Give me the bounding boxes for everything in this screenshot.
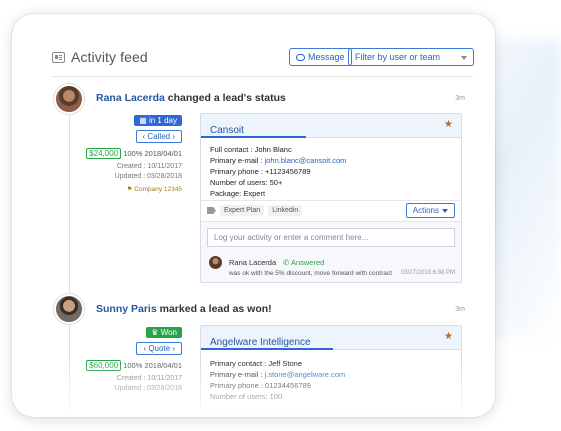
- status-pill-quote[interactable]: ‹ Quote ›: [136, 342, 182, 355]
- comment-area: Log your activity or enter a comment her…: [201, 221, 461, 282]
- actions-dropdown[interactable]: Actions: [405, 203, 455, 218]
- chat-bubble-icon: [296, 53, 305, 61]
- chevron-down-icon: [461, 56, 467, 60]
- event-action-text: changed a lead's status: [167, 92, 286, 104]
- lead-email-label: Primary e-mail :: [210, 156, 265, 165]
- event-user-link[interactable]: Sunny Paris: [96, 303, 157, 315]
- amount-value: $60,000: [86, 360, 122, 371]
- activity-feed-icon: [52, 51, 65, 63]
- event-action-text: marked a lead as won!: [159, 303, 272, 315]
- amount-row: $24,000 100% 2018/04/01: [86, 148, 182, 159]
- user-team-filter[interactable]: Filter by user or team: [348, 48, 474, 66]
- tag-expert-plan[interactable]: Expert Plan: [220, 205, 265, 216]
- comment-author[interactable]: Rana Lacerda: [229, 258, 276, 267]
- star-icon[interactable]: ★: [444, 331, 453, 342]
- feed-title-text: Activity feed: [71, 49, 148, 65]
- comment-status-label: Answered: [290, 258, 325, 267]
- lead-summary: ▦ in 1 day ‹ Called › $24,000 100% 2018/…: [86, 115, 182, 193]
- event-time: 3m: [455, 95, 465, 102]
- comment-text: was ok with the 5% discount, move forwar…: [229, 270, 392, 277]
- message-button-label: Message: [308, 52, 345, 62]
- company-label: Company 12345: [134, 186, 182, 193]
- lead-card: Angelware Intelligence ★ Primary contact…: [200, 325, 462, 415]
- lead-card: Cansoit ★ Full contact : John Blanc Prim…: [200, 113, 462, 283]
- lead-email-row: Primary e-mail : j.stone@angelware.com: [210, 369, 452, 380]
- created-date: Created : 10/11/2017: [116, 163, 182, 170]
- lead-summary: ♛ Won ‹ Quote › $60,000 100% 2018/04/01 …: [86, 327, 182, 392]
- lead-full-contact: Full contact : John Blanc: [210, 145, 292, 154]
- comment-status: ✆ Answered: [283, 258, 324, 267]
- won-badge: ♛ Won: [146, 327, 182, 338]
- lead-phone: Primary phone : 01234456789: [210, 381, 311, 390]
- lead-email-link[interactable]: j.stone@angelware.com: [265, 370, 346, 379]
- lead-card-header: Angelware Intelligence ★: [201, 326, 461, 350]
- lead-tab-underline: [201, 348, 333, 350]
- company-link[interactable]: ⚑ Company 12345: [86, 185, 182, 193]
- amount-probability: 100% 2018/04/01: [123, 361, 182, 370]
- created-date: Created : 10/11/2017: [116, 375, 182, 382]
- filter-placeholder: Filter by user or team: [355, 52, 441, 62]
- amount-row: $60,000 100% 2018/04/01: [86, 360, 182, 371]
- lead-name-link[interactable]: Cansoit: [210, 125, 244, 136]
- amount-probability: 100% 2018/04/01: [123, 149, 182, 158]
- event-headline: Sunny Paris marked a lead as won!: [96, 303, 272, 315]
- feed-title: Activity feed: [52, 49, 148, 65]
- lead-email-row: Primary e-mail : john.blanc@cansoit.com: [210, 155, 452, 166]
- lead-email-label: Primary e-mail :: [210, 370, 265, 379]
- tag-icon: [207, 207, 216, 214]
- lead-tab-underline: [201, 136, 306, 138]
- event-user-link[interactable]: Rana Lacerda: [96, 92, 165, 104]
- event-headline: Rana Lacerda changed a lead's status: [96, 92, 286, 104]
- won-badge-label: Won: [160, 328, 177, 337]
- star-icon[interactable]: ★: [444, 119, 453, 130]
- phone-icon: ✆: [283, 258, 290, 267]
- lead-full-contact: Primary contact : Jeff Stone: [210, 359, 302, 368]
- avatar-rana-lacerda[interactable]: [54, 84, 84, 114]
- avatar-sunny-paris[interactable]: [54, 294, 84, 324]
- due-badge-label: in 1 day: [148, 116, 177, 125]
- status-pill-called[interactable]: ‹ Called ›: [135, 130, 182, 143]
- comment-avatar[interactable]: [209, 256, 222, 269]
- header-divider: [52, 76, 473, 77]
- updated-date: Updated : 03/28/2018: [114, 173, 182, 180]
- lead-phone: Primary phone : +1123456789: [210, 167, 311, 176]
- event-time: 3m: [455, 306, 465, 313]
- updated-date: Updated : 03/28/2018: [114, 385, 182, 392]
- timeline-line: [69, 114, 70, 414]
- comment-input[interactable]: Log your activity or enter a comment her…: [207, 228, 455, 247]
- lead-card-header: Cansoit ★: [201, 114, 461, 138]
- lead-users: Number of users: 50+: [210, 178, 283, 187]
- tag-linkedin[interactable]: Linkedin: [268, 205, 303, 216]
- lead-tags-row: Expert Plan Linkedin Actions: [201, 200, 461, 220]
- status-pill-label: Quote: [148, 344, 171, 353]
- lead-name-link[interactable]: Angelware Intelligence: [210, 337, 311, 348]
- trophy-icon: ♛: [151, 328, 159, 337]
- due-badge: ▦ in 1 day: [134, 115, 182, 126]
- amount-value: $24,000: [86, 148, 122, 159]
- chevron-down-icon: [442, 208, 448, 213]
- message-button[interactable]: Message: [289, 48, 352, 66]
- lead-details: Full contact : John Blanc Primary e-mail…: [201, 138, 461, 199]
- activity-feed-card: Activity feed Message Filter by user or …: [12, 14, 495, 417]
- lead-users: Number of users: 100: [210, 392, 283, 401]
- feed-header: Activity feed Message Filter by user or …: [52, 48, 474, 72]
- lead-package: Package: Expert: [210, 189, 266, 198]
- actions-label: Actions: [412, 206, 439, 215]
- comment-date: 03/27/2018 6:38 PM: [400, 270, 455, 276]
- status-pill-label: Called: [147, 132, 171, 141]
- lead-email-link[interactable]: john.blanc@cansoit.com: [265, 156, 347, 165]
- lead-details: Primary contact : Jeff Stone Primary e-m…: [201, 350, 461, 402]
